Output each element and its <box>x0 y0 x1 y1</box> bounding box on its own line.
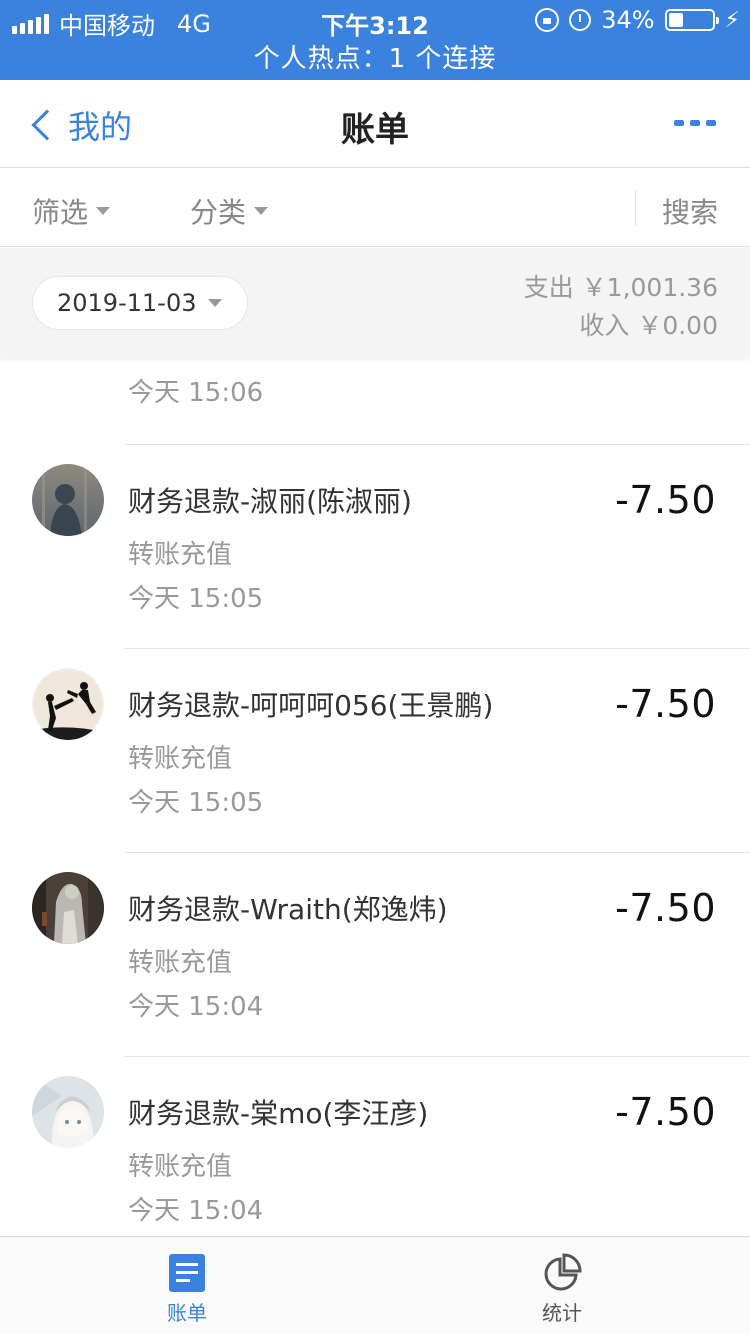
row-divider <box>124 1056 750 1057</box>
transaction-list[interactable]: 今天 15:06 财务退款-淑丽(陈淑丽) 转账充值 今天 15:05 -7.5… <box>0 358 750 1236</box>
charging-icon: ⚡ <box>724 7 740 33</box>
item-category: 转账充值 <box>128 540 233 570</box>
date-picker[interactable]: 2019-11-03 <box>32 276 248 330</box>
list-item[interactable]: 财务退款-呵呵呵056(王景鹏) 转账充值 今天 15:05 -7.50 <box>0 648 750 852</box>
item-category: 转账充值 <box>128 948 233 978</box>
item-title: 财务退款-棠mo(李汪彦) <box>128 1097 429 1130</box>
item-time: 今天 15:05 <box>128 788 264 818</box>
battery-percent: 34% <box>601 6 655 34</box>
filter-bar: 筛选 分类 搜索 <box>0 169 750 247</box>
alarm-icon <box>569 9 592 31</box>
divider <box>635 191 636 225</box>
list-item[interactable]: 财务退款-Wraith(郑逸炜) 转账充值 今天 15:04 -7.50 <box>0 852 750 1056</box>
tab-bar: 账单 统计 <box>0 1236 750 1334</box>
item-title: 财务退款-呵呵呵056(王景鹏) <box>128 689 494 722</box>
page-title: 账单 <box>341 110 409 150</box>
person-in-fog-avatar-icon <box>32 464 104 536</box>
category-dropdown[interactable]: 分类 <box>190 191 269 231</box>
avatar <box>32 464 104 536</box>
hotspot-banner[interactable]: 个人热点：1 个连接 <box>0 40 750 80</box>
category-label: 分类 <box>190 196 247 229</box>
tab-statistics[interactable]: 统计 <box>502 1253 622 1326</box>
item-category: 转账充值 <box>128 744 233 774</box>
expense-total: 支出 ￥1,001.36 <box>523 273 718 302</box>
tab-bill[interactable]: 账单 <box>127 1253 247 1326</box>
row-divider <box>124 852 750 853</box>
pie-chart-icon <box>544 1253 582 1291</box>
tab-bill-label: 账单 <box>167 1301 207 1325</box>
date-summary-bar: 2019-11-03 支出 ￥1,001.36 收入 ￥0.00 <box>0 248 750 358</box>
tab-statistics-label: 统计 <box>542 1301 582 1325</box>
item-time: 今天 15:04 <box>128 1196 264 1226</box>
avatar <box>32 1076 104 1148</box>
caret-down-icon <box>96 207 111 215</box>
item-category: 转账充值 <box>128 1152 233 1182</box>
filter-dropdown[interactable]: 筛选 <box>32 191 111 231</box>
list-item[interactable]: 财务退款-棠mo(李汪彦) 转账充值 今天 15:04 -7.50 <box>0 1056 750 1236</box>
avatar <box>32 872 104 944</box>
search-button[interactable]: 搜索 <box>662 191 718 231</box>
anime-girl-avatar-icon <box>32 1076 104 1148</box>
rotation-lock-icon <box>535 8 560 32</box>
row-divider <box>124 648 750 649</box>
more-icon[interactable] <box>674 120 716 126</box>
list-item[interactable]: 财务退款-淑丽(陈淑丽) 转账充值 今天 15:05 -7.50 <box>0 444 750 648</box>
caret-down-icon <box>254 207 269 215</box>
battery-icon <box>664 9 719 31</box>
item-time: 今天 15:06 <box>128 378 264 408</box>
item-title: 财务退款-淑丽(陈淑丽) <box>128 485 412 518</box>
row-divider <box>124 444 750 445</box>
bill-icon <box>169 1254 205 1292</box>
caret-down-icon <box>208 299 223 307</box>
date-label: 2019-11-03 <box>57 289 197 317</box>
income-total: 收入 ￥0.00 <box>579 311 718 340</box>
list-item[interactable]: 今天 15:06 <box>0 358 750 444</box>
item-time: 今天 15:04 <box>128 992 264 1022</box>
nav-bar: 我的 账单 <box>0 80 750 168</box>
martial-arts-silhouette-avatar-icon <box>32 668 104 740</box>
filter-label: 筛选 <box>32 196 89 229</box>
item-time: 今天 15:05 <box>128 584 264 614</box>
item-amount: -7.50 <box>615 682 716 726</box>
status-right: 34% ⚡ <box>535 6 740 34</box>
item-title: 财务退款-Wraith(郑逸炜) <box>128 893 448 926</box>
status-bar: 中国移动 4G 下午3:12 34% ⚡ 个人热点：1 个连接 <box>0 0 750 80</box>
item-amount: -7.50 <box>615 1090 716 1134</box>
statue-avatar-icon <box>32 872 104 944</box>
item-amount: -7.50 <box>615 886 716 930</box>
avatar <box>32 668 104 740</box>
item-amount: -7.50 <box>615 478 716 522</box>
